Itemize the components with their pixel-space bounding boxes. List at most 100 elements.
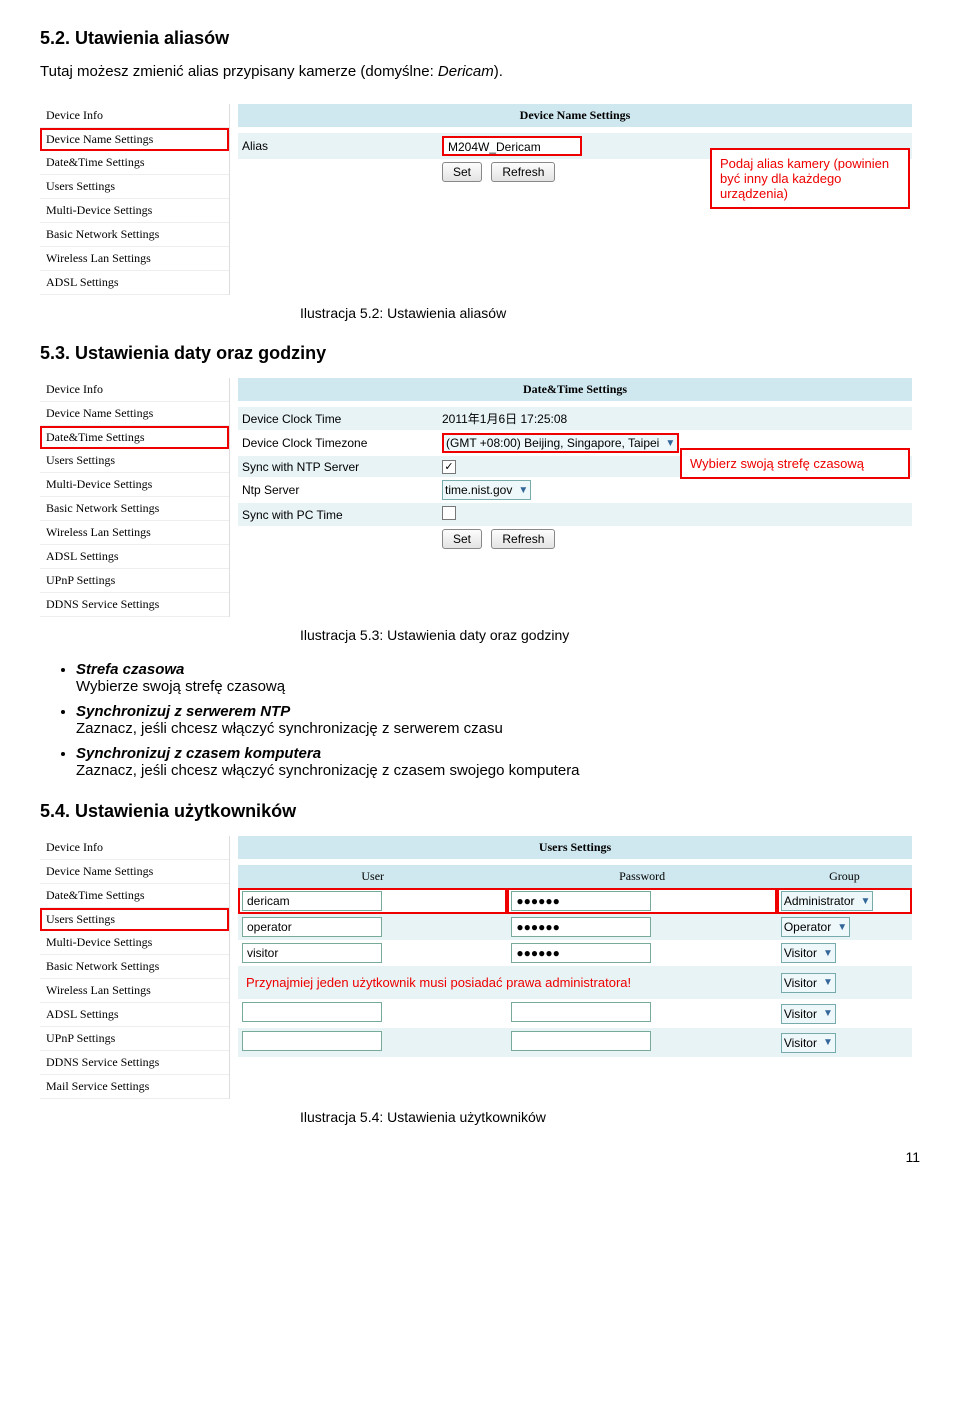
bullet-timezone: Strefa czasowa Wybierze swoją strefę cza… <box>76 661 920 695</box>
sidebar-item-basic-network-settings[interactable]: Basic Network Settings <box>40 497 229 521</box>
panel-header: Device Name Settings <box>238 104 912 127</box>
sidebar-item-ddns-settings[interactable]: DDNS Service Settings <box>40 593 229 617</box>
table-row: Visitor ▼ <box>238 1028 912 1057</box>
sidebar-item-date-time-settings[interactable]: Date&Time Settings <box>40 426 229 449</box>
sidebar-item-users-settings[interactable]: Users Settings <box>40 175 229 199</box>
chevron-down-icon: ▼ <box>823 977 833 988</box>
sidebar-item-device-info[interactable]: Device Info <box>40 836 229 860</box>
bullet-title: Synchronizuj z czasem komputera <box>76 745 321 762</box>
sidebar-item-multi-device-settings[interactable]: Multi-Device Settings <box>40 473 229 497</box>
section-5-4-title: 5.4. Ustawienia użytkowników <box>40 801 920 822</box>
table-row: visitor ●●●●●● Visitor▼ <box>238 940 912 966</box>
user-input[interactable]: dericam <box>242 891 382 911</box>
admin-note: Przynajmiej jeden użytkownik musi posiad… <box>242 969 773 996</box>
page-number: 11 <box>40 1149 920 1165</box>
main-panel: Users Settings User Password Group deric… <box>230 836 920 1099</box>
sidebar-item-adsl-settings[interactable]: ADSL Settings <box>40 545 229 569</box>
ntp-server-value: time.nist.gov <box>445 483 512 497</box>
password-input[interactable] <box>511 1002 651 1022</box>
sidebar-item-date-time-settings[interactable]: Date&Time Settings <box>40 884 229 908</box>
group-value: Visitor <box>784 946 817 960</box>
sidebar-item-wireless-lan-settings[interactable]: Wireless Lan Settings <box>40 247 229 271</box>
body-text-b: Dericam <box>438 63 494 80</box>
group-select[interactable]: Visitor ▼ <box>781 1033 836 1053</box>
sidebar-item-device-info[interactable]: Device Info <box>40 104 229 128</box>
sidebar-item-basic-network-settings[interactable]: Basic Network Settings <box>40 223 229 247</box>
clock-timezone-label: Device Clock Timezone <box>242 436 442 450</box>
user-input[interactable] <box>242 1031 382 1051</box>
callout-timezone: Wybierz swoją strefę czasową <box>680 448 910 479</box>
user-input[interactable]: visitor <box>242 943 382 963</box>
screenshot-5-3: Device Info Device Name Settings Date&Ti… <box>40 378 920 617</box>
chevron-down-icon: ▼ <box>837 922 847 933</box>
col-user: User <box>238 865 507 888</box>
group-select[interactable]: Visitor▼ <box>781 943 836 963</box>
sync-pc-checkbox[interactable] <box>442 506 456 520</box>
set-button[interactable]: Set <box>442 162 482 182</box>
user-input[interactable]: operator <box>242 917 382 937</box>
section-5-2-title: 5.2. Utawienia aliasów <box>40 28 920 49</box>
screenshot-5-2: Device Info Device Name Settings Date&Ti… <box>40 104 920 295</box>
sidebar-item-mail-settings[interactable]: Mail Service Settings <box>40 1075 229 1099</box>
alias-label: Alias <box>242 139 442 153</box>
chevron-down-icon: ▼ <box>518 485 528 496</box>
sidebar-item-multi-device-settings[interactable]: Multi-Device Settings <box>40 199 229 223</box>
bullet-pc-time: Synchronizuj z czasem komputera Zaznacz,… <box>76 745 920 779</box>
chevron-down-icon: ▼ <box>823 1037 833 1048</box>
password-input[interactable]: ●●●●●● <box>511 943 651 963</box>
set-button[interactable]: Set <box>442 529 482 549</box>
sidebar-item-device-name-settings[interactable]: Device Name Settings <box>40 402 229 426</box>
group-select[interactable]: Visitor▼ <box>781 973 836 993</box>
col-password: Password <box>507 865 776 888</box>
main-panel: Device Name Settings Alias M204W_Dericam… <box>230 104 920 295</box>
clock-time-label: Device Clock Time <box>242 412 442 426</box>
group-value: Visitor <box>784 1007 817 1021</box>
bullet-list: Strefa czasowa Wybierze swoją strefę cza… <box>76 661 920 779</box>
col-group: Group <box>777 865 912 888</box>
timezone-select[interactable]: (GMT +08:00) Beijing, Singapore, Taipei … <box>442 433 679 453</box>
alias-input[interactable]: M204W_Dericam <box>442 136 582 156</box>
sidebar-item-adsl-settings[interactable]: ADSL Settings <box>40 1003 229 1027</box>
ntp-server-select[interactable]: time.nist.gov ▼ <box>442 480 531 500</box>
sidebar-item-date-time-settings[interactable]: Date&Time Settings <box>40 151 229 175</box>
section-5-2-body: Tutaj możesz zmienić alias przypisany ka… <box>40 63 920 80</box>
chevron-down-icon: ▼ <box>823 1008 833 1019</box>
group-value: Visitor <box>784 1036 817 1050</box>
refresh-button[interactable]: Refresh <box>491 529 555 549</box>
password-input[interactable]: ●●●●●● <box>511 891 651 911</box>
table-row: operator ●●●●●● Operator ▼ <box>238 914 912 940</box>
sidebar-item-device-info[interactable]: Device Info <box>40 378 229 402</box>
caption-5-3: Ilustracja 5.3: Ustawienia daty oraz god… <box>300 627 920 643</box>
group-select[interactable]: Visitor ▼ <box>781 1004 836 1024</box>
sidebar-item-adsl-settings[interactable]: ADSL Settings <box>40 271 229 295</box>
user-input[interactable] <box>242 1002 382 1022</box>
group-select[interactable]: Operator ▼ <box>781 917 850 937</box>
group-select[interactable]: Administrator▼ <box>781 891 874 911</box>
sidebar-item-wireless-lan-settings[interactable]: Wireless Lan Settings <box>40 521 229 545</box>
body-text-c: ). <box>494 63 503 80</box>
ntp-server-label: Ntp Server <box>242 483 442 497</box>
sidebar-item-device-name-settings[interactable]: Device Name Settings <box>40 860 229 884</box>
password-input[interactable] <box>511 1031 651 1051</box>
sidebar: Device Info Device Name Settings Date&Ti… <box>40 378 230 617</box>
sidebar-item-upnp-settings[interactable]: UPnP Settings <box>40 569 229 593</box>
sidebar-item-upnp-settings[interactable]: UPnP Settings <box>40 1027 229 1051</box>
caption-5-2: Ilustracja 5.2: Ustawienia aliasów <box>300 305 920 321</box>
password-input[interactable]: ●●●●●● <box>511 917 651 937</box>
sidebar-item-wireless-lan-settings[interactable]: Wireless Lan Settings <box>40 979 229 1003</box>
sidebar-item-device-name-settings[interactable]: Device Name Settings <box>40 128 229 151</box>
section-5-3-title: 5.3. Ustawienia daty oraz godziny <box>40 343 920 364</box>
screenshot-5-4: Device Info Device Name Settings Date&Ti… <box>40 836 920 1099</box>
refresh-button[interactable]: Refresh <box>491 162 555 182</box>
sidebar-item-multi-device-settings[interactable]: Multi-Device Settings <box>40 931 229 955</box>
main-panel: Date&Time Settings Device Clock Time 201… <box>230 378 920 617</box>
sync-ntp-checkbox[interactable]: ✓ <box>442 460 456 474</box>
bullet-desc: Zaznacz, jeśli chcesz włączyć synchroniz… <box>76 720 503 737</box>
sidebar-item-basic-network-settings[interactable]: Basic Network Settings <box>40 955 229 979</box>
sidebar-item-ddns-settings[interactable]: DDNS Service Settings <box>40 1051 229 1075</box>
sidebar-item-users-settings[interactable]: Users Settings <box>40 908 229 931</box>
group-value: Operator <box>784 920 831 934</box>
sidebar-item-users-settings[interactable]: Users Settings <box>40 449 229 473</box>
body-text-a: Tutaj możesz zmienić alias przypisany ka… <box>40 63 438 80</box>
bullet-ntp: Synchronizuj z serwerem NTP Zaznacz, jeś… <box>76 703 920 737</box>
